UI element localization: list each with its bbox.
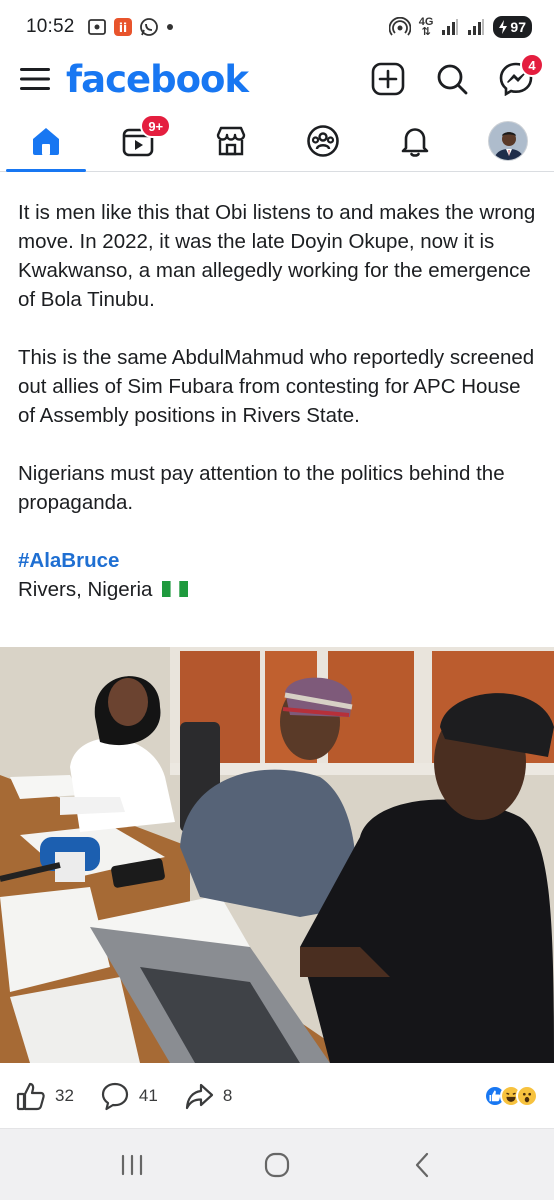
home-icon bbox=[33, 127, 60, 155]
groups-icon bbox=[307, 124, 339, 157]
signal-icon-1 bbox=[441, 18, 459, 36]
tab-marketplace[interactable] bbox=[185, 110, 277, 171]
status-bar: 10:52 ii 4G ⇅ 97 bbox=[0, 0, 554, 54]
post-paragraph: It is men like this that Obi listens to … bbox=[18, 201, 536, 311]
marketplace-icon bbox=[216, 126, 246, 155]
reactions-bar: 32 41 8 bbox=[0, 1068, 554, 1124]
post-meta: #AlaBruce Rivers, Nigeria bbox=[18, 546, 540, 604]
search-button[interactable] bbox=[432, 59, 472, 99]
messenger-button[interactable]: 4 bbox=[496, 53, 544, 99]
whatsapp-icon bbox=[139, 17, 159, 37]
back-chevron-icon bbox=[415, 1152, 428, 1177]
home-circle-icon bbox=[264, 1152, 290, 1177]
profile-photo-icon bbox=[488, 121, 527, 160]
bell-icon bbox=[402, 127, 429, 157]
share-button[interactable]: 8 bbox=[184, 1081, 232, 1111]
recent-apps-icon bbox=[122, 1154, 143, 1175]
thumbs-up-icon bbox=[16, 1082, 45, 1111]
facebook-logo[interactable]: facebook bbox=[66, 58, 249, 101]
app-header: facebook 4 bbox=[0, 53, 554, 104]
search-icon bbox=[437, 64, 468, 95]
network-type-icon: 4G ⇅ bbox=[419, 17, 434, 38]
plus-square-icon bbox=[371, 62, 405, 96]
post-paragraph: Nigerians must pay attention to the poli… bbox=[18, 462, 505, 514]
post-body: It is men like this that Obi listens to … bbox=[18, 198, 540, 604]
like-count: 32 bbox=[55, 1086, 74, 1105]
comment-icon bbox=[101, 1082, 129, 1111]
tab-profile[interactable] bbox=[462, 110, 554, 171]
charging-icon bbox=[499, 20, 508, 34]
recent-apps-button[interactable] bbox=[102, 1140, 162, 1190]
comment-button[interactable]: 41 bbox=[100, 1081, 158, 1111]
tab-home[interactable] bbox=[0, 110, 92, 172]
share-icon bbox=[185, 1083, 213, 1110]
data-arrows-icon: ⇅ bbox=[421, 26, 431, 38]
like-button[interactable]: 32 bbox=[16, 1081, 74, 1111]
nav-tabs: 9+ bbox=[0, 110, 554, 172]
messenger-badge: 4 bbox=[520, 53, 544, 77]
screenshot-icon bbox=[87, 17, 107, 37]
reaction-summary[interactable] bbox=[484, 1085, 538, 1107]
comment-count: 41 bbox=[138, 1086, 158, 1105]
location-text: Rivers, Nigeria bbox=[18, 578, 153, 601]
tab-video[interactable]: 9+ bbox=[92, 110, 184, 171]
battery-indicator: 97 bbox=[493, 16, 532, 38]
home-nav-button[interactable] bbox=[247, 1140, 307, 1190]
status-notification-icons: ii bbox=[87, 17, 175, 37]
battery-level: 97 bbox=[510, 19, 526, 35]
post-location: Rivers, Nigeria bbox=[18, 575, 540, 604]
video-badge: 9+ bbox=[140, 114, 172, 138]
svg-text:ii: ii bbox=[118, 21, 126, 35]
hamburger-menu-icon bbox=[20, 68, 50, 90]
notification-dot-icon bbox=[165, 22, 175, 32]
press-conference-photo bbox=[0, 647, 554, 1063]
post-photo[interactable] bbox=[0, 647, 554, 1063]
create-post-button[interactable] bbox=[368, 59, 408, 99]
tab-notifications[interactable] bbox=[369, 110, 461, 171]
hotspot-icon bbox=[388, 17, 411, 37]
hashtag-link[interactable]: #AlaBruce bbox=[18, 546, 540, 575]
share-count: 8 bbox=[222, 1086, 233, 1105]
android-navigation-bar bbox=[0, 1128, 554, 1200]
menu-button[interactable] bbox=[18, 62, 52, 96]
wow-reaction-icon bbox=[516, 1085, 538, 1107]
status-time: 10:52 bbox=[26, 16, 75, 37]
news-app-icon: ii bbox=[113, 17, 133, 37]
post-paragraph: This is the same AbdulMahmud who reporte… bbox=[18, 346, 535, 427]
signal-icon-2 bbox=[467, 18, 485, 36]
header-actions: 4 bbox=[368, 53, 544, 99]
status-system-icons: 4G ⇅ 97 bbox=[388, 16, 532, 38]
avatar bbox=[487, 120, 528, 161]
back-button[interactable] bbox=[392, 1140, 452, 1190]
nigeria-flag-icon bbox=[162, 581, 189, 597]
tab-groups[interactable] bbox=[277, 110, 369, 171]
